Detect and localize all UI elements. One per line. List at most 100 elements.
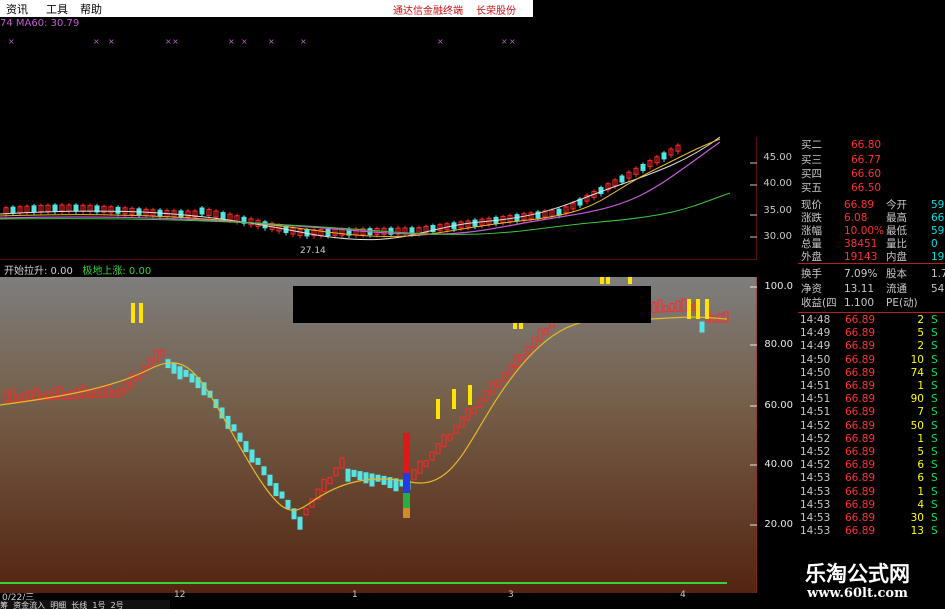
signal-marker: ×	[300, 37, 307, 46]
menu-item-help[interactable]: 帮助	[80, 1, 102, 17]
osc-bar	[357, 471, 363, 481]
osc-bar	[183, 369, 189, 377]
divider	[798, 312, 945, 313]
osc-bar	[681, 298, 687, 312]
menu-bar: 资讯 工具 帮助 通达信金融终端 长荣股份	[0, 0, 533, 17]
tab-capital-flow[interactable]: 资金流入	[13, 601, 45, 609]
osc-bar	[453, 425, 459, 435]
osc-bar	[267, 474, 273, 486]
quote-panel: 买二 66.80 买三 66.77 买四 66.60 买五 66.50 现价 66.89 今…	[798, 137, 945, 542]
osc-bar	[303, 508, 309, 516]
signal-bar	[705, 299, 709, 319]
osc-bar	[9, 389, 15, 402]
signal-marker: ×	[268, 37, 275, 46]
osc-bar	[189, 373, 195, 383]
chart-bg	[0, 17, 533, 137]
low-price-label: 27.14	[300, 246, 326, 256]
osc-bar	[327, 477, 333, 485]
indicator-axis-label: 40.00	[764, 459, 793, 470]
osc-bar	[507, 363, 513, 375]
date-label: 1	[352, 590, 358, 600]
osc-bar	[153, 349, 159, 363]
osc-bar	[51, 388, 57, 400]
osc-bar	[381, 475, 387, 485]
osc-bar	[255, 457, 261, 465]
signal-bar	[139, 303, 143, 323]
redaction-box	[293, 286, 651, 323]
osc-bar	[123, 381, 129, 393]
osc-bar	[117, 387, 123, 397]
signal-marker: ×	[93, 37, 100, 46]
indicator-value-2: 极地上涨: 0.00	[82, 266, 152, 277]
signal-marker: ×	[108, 37, 115, 46]
osc-bar	[273, 483, 279, 497]
signal-bar	[468, 385, 472, 405]
signal-bar	[452, 389, 456, 409]
tab-detail[interactable]: 明细	[50, 601, 66, 609]
indicator-tab-bar: 筹 资金流入 明细 长线 1号 2号	[0, 600, 170, 609]
osc-bar	[477, 398, 483, 408]
osc-bar	[33, 387, 39, 401]
signal-bar	[696, 299, 700, 319]
osc-bar	[99, 386, 105, 398]
marker-green	[403, 493, 410, 508]
tab-no2[interactable]: 2号	[111, 601, 124, 609]
osc-bar	[243, 441, 249, 453]
osc-bar	[537, 328, 543, 342]
signal-marker: ×	[165, 37, 172, 46]
signal-marker: ×	[172, 37, 179, 46]
signal-marker: ×	[241, 37, 248, 46]
osc-bar	[171, 362, 177, 374]
menu-item-tools[interactable]: 工具	[46, 1, 68, 17]
price-axis-label: 40.00	[763, 178, 792, 189]
osc-bar	[435, 442, 441, 454]
osc-bar	[675, 300, 681, 312]
osc-bar	[471, 407, 477, 415]
osc-bar	[177, 366, 183, 380]
osc-bar	[441, 434, 447, 448]
candle	[556, 208, 562, 216]
osc-bar	[159, 349, 165, 357]
osc-bar	[249, 449, 255, 463]
tab-chips[interactable]: 筹	[0, 601, 8, 609]
indicator-legend: 开始拉升: 0.00 极地上涨: 0.00	[4, 262, 151, 277]
tab-long-line[interactable]: 长线	[71, 601, 87, 609]
ma-line	[0, 192, 731, 235]
osc-bar	[285, 499, 291, 509]
osc-bar	[93, 388, 99, 398]
osc-bar	[711, 315, 717, 323]
stock-name: 长荣股份	[476, 6, 516, 17]
candle	[31, 205, 37, 213]
osc-bar	[699, 321, 705, 333]
osc-bar	[513, 355, 519, 369]
menu-item-news[interactable]: 资讯	[6, 1, 28, 17]
price-chart[interactable]: × × × × × × × × × × × ×27.14	[0, 17, 757, 260]
indicator-value-1: 开始拉升: 0.00	[4, 266, 73, 277]
signal-marker: ×	[501, 37, 508, 46]
indicator-chart[interactable]	[0, 277, 757, 593]
osc-bar	[3, 391, 9, 403]
tab-no1[interactable]: 1号	[92, 601, 105, 609]
osc-bar	[543, 328, 549, 336]
marker-blue	[403, 473, 410, 493]
candle	[10, 206, 16, 214]
indicator-axis-label: 80.00	[764, 339, 793, 350]
signal-bar	[606, 277, 610, 284]
osc-bar	[417, 460, 423, 474]
date-label: 12	[174, 590, 186, 600]
marker-red	[403, 433, 410, 473]
osc-bar	[345, 468, 351, 482]
osc-bar	[111, 389, 117, 397]
date-axis: 0/22/三 12 1 3 4	[0, 590, 757, 603]
signal-bar	[436, 399, 440, 419]
candle	[640, 163, 646, 171]
signal-bar	[600, 277, 604, 284]
osc-bar	[501, 372, 507, 382]
indicator-axis-label: 100.0	[764, 281, 793, 292]
osc-bar	[57, 386, 63, 400]
osc-bar	[423, 460, 429, 468]
signal-bar	[628, 277, 632, 284]
site-watermark: 乐淘公式网 www.60lt.com	[770, 558, 945, 609]
signal-marker: ×	[437, 37, 444, 46]
osc-bar	[411, 469, 417, 481]
